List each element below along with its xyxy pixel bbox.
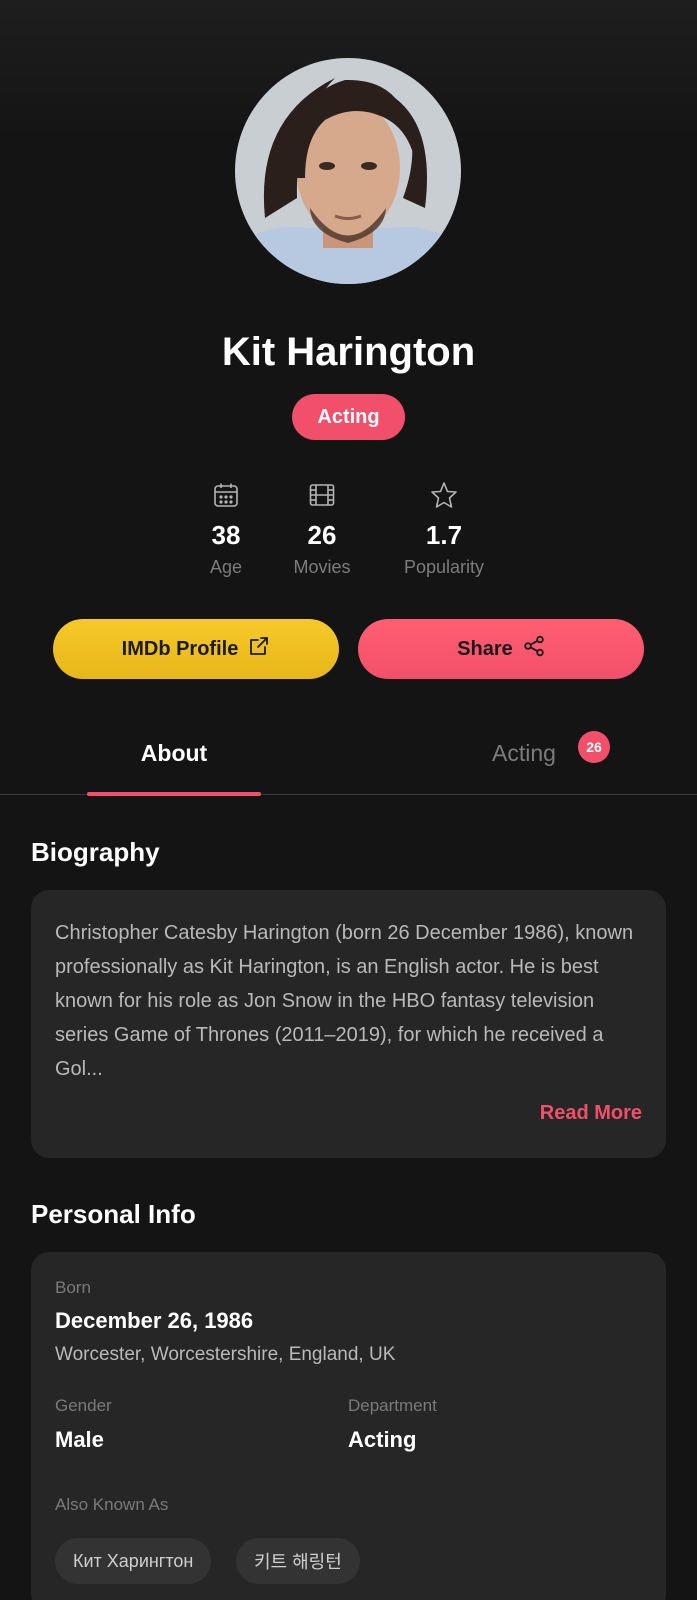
person-name: Kit Harington — [221, 330, 476, 374]
born-label: Born — [55, 1278, 91, 1297]
stat-movies: 26 Movies — [262, 480, 382, 578]
biography-text: Christopher Catesby Harington (born 26 D… — [55, 922, 634, 1080]
film-icon — [307, 480, 337, 510]
share-icon — [523, 635, 545, 663]
personal-info-heading: Personal Info — [31, 1199, 196, 1229]
share-label: Share — [457, 637, 513, 660]
stat-label: Popularity — [403, 557, 485, 577]
gender-value: Male — [55, 1427, 104, 1452]
biography-card: Christopher Catesby Harington (born 26 D… — [31, 890, 666, 1158]
person-detail-page: Kit Harington Acting 38 Age 26 Movies 1.… — [0, 0, 697, 1600]
imdb-profile-button[interactable]: IMDb Profile — [53, 619, 339, 679]
tab-acting-count-badge: 26 — [578, 731, 610, 763]
department-badge: Acting — [292, 394, 405, 440]
imdb-profile-label: IMDb Profile — [121, 637, 239, 660]
stat-label: Movies — [293, 557, 351, 577]
aka-chip: 키트 해링턴 — [236, 1538, 360, 1584]
read-more-link[interactable]: Read More — [540, 1102, 642, 1125]
stat-value: 26 — [307, 520, 337, 550]
department-value: Acting — [348, 1427, 417, 1452]
department-label: Department — [348, 1396, 437, 1415]
personal-info-card: Born December 26, 1986 Worcester, Worces… — [31, 1252, 666, 1600]
tab-about[interactable]: About — [87, 712, 261, 796]
calendar-icon — [211, 480, 241, 510]
share-button[interactable]: Share — [358, 619, 644, 679]
stat-value: 1.7 — [425, 520, 463, 550]
external-link-icon — [248, 635, 270, 663]
gender-label: Gender — [55, 1396, 112, 1415]
biography-heading: Biography — [31, 837, 160, 867]
also-known-as-label: Also Known As — [55, 1495, 169, 1514]
stat-popularity: 1.7 Popularity — [384, 480, 504, 578]
aka-chip: Кит Харингтон — [55, 1538, 212, 1584]
star-icon — [429, 480, 459, 510]
stat-value: 38 — [211, 520, 241, 550]
born-place: Worcester, Worcestershire, England, UK — [55, 1344, 396, 1365]
born-date: December 26, 1986 — [55, 1308, 254, 1333]
profile-photo — [235, 58, 461, 284]
stat-label: Age — [209, 557, 243, 577]
